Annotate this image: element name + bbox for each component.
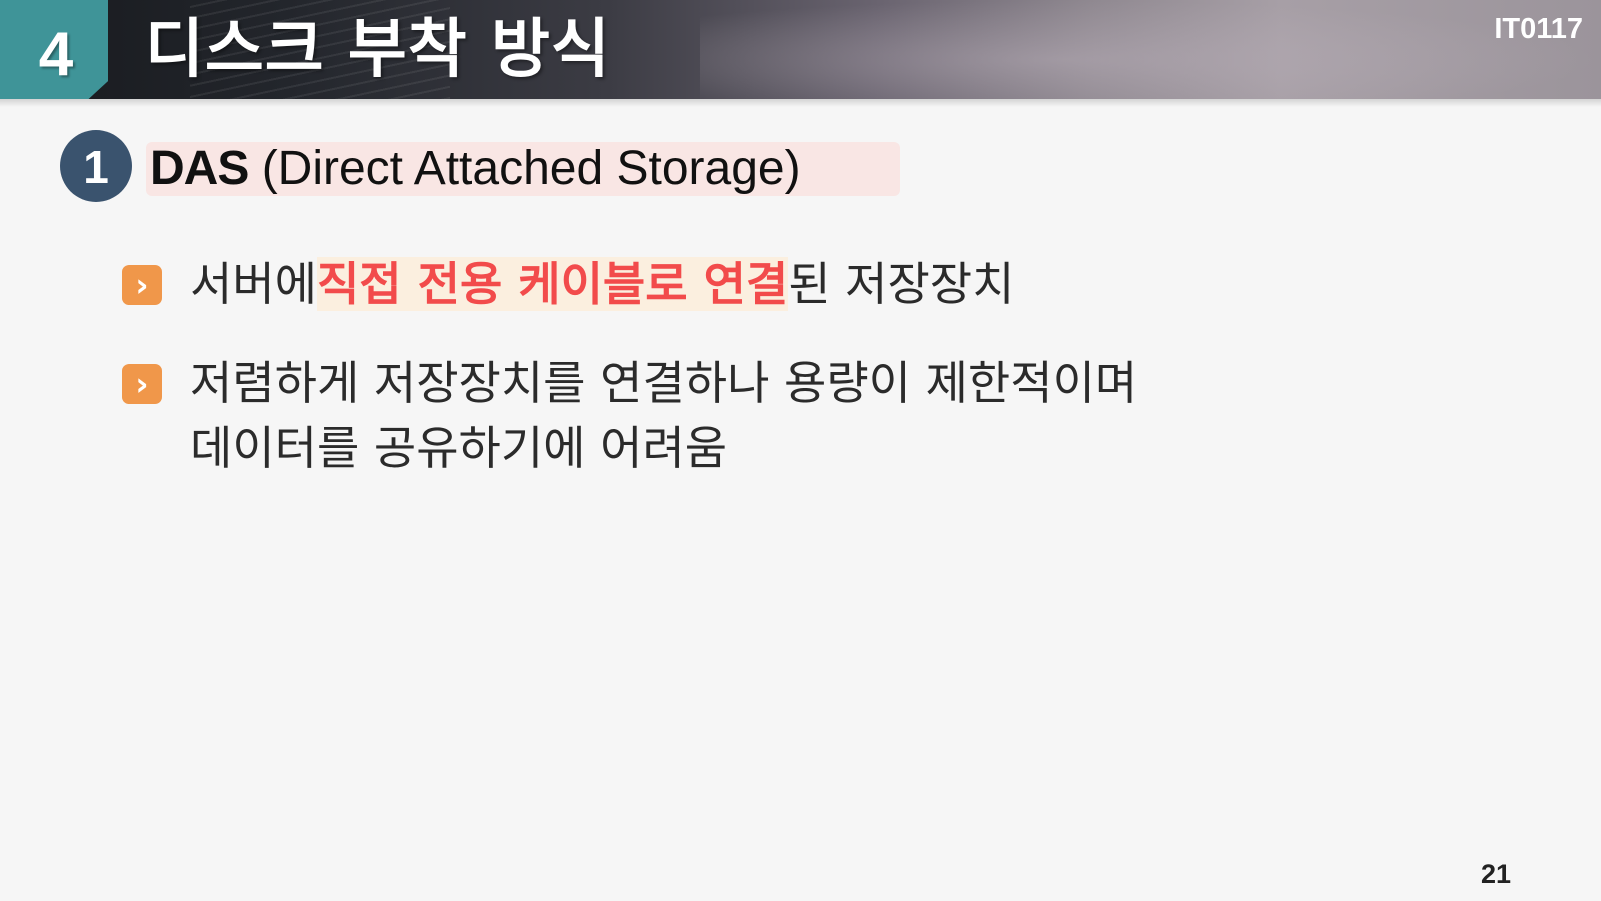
course-code: IT0117 — [1494, 13, 1583, 45]
bullet-1-highlight: 직접 전용 케이블로 연결 — [316, 257, 789, 311]
bullet-1-text-before: 서버에 — [190, 257, 317, 311]
subsection-abbreviation: DAS — [150, 142, 249, 195]
bullet-item-1: 서버에직접 전용 케이블로 연결된 저장장치 — [190, 252, 1014, 316]
header-shadow — [0, 99, 1601, 107]
bullet-item-2-line-1: 저렴하게 저장장치를 연결하나 용량이 제한적이며 — [190, 356, 1138, 410]
header-background-blur — [700, 0, 1601, 99]
subsection-number-badge: 1 — [60, 130, 132, 202]
bullet-1-text-after: 된 저장장치 — [788, 257, 1015, 311]
subsection-heading: DAS (Direct Attached Storage) — [150, 141, 801, 197]
section-number: 4 — [38, 20, 74, 89]
page-number: 21 — [1480, 859, 1511, 889]
chevron-right-icon: › — [122, 265, 162, 305]
slide-header: 4 디스크 부착 방식 IT0117 — [0, 0, 1601, 99]
subsection-full-name: (Direct Attached Storage) — [261, 142, 801, 195]
bullet-item-2-line-2: 데이터를 공유하기에 어려움 — [190, 421, 728, 475]
slide-title: 디스크 부착 방식 — [145, 13, 611, 87]
chevron-right-icon: › — [122, 364, 162, 404]
